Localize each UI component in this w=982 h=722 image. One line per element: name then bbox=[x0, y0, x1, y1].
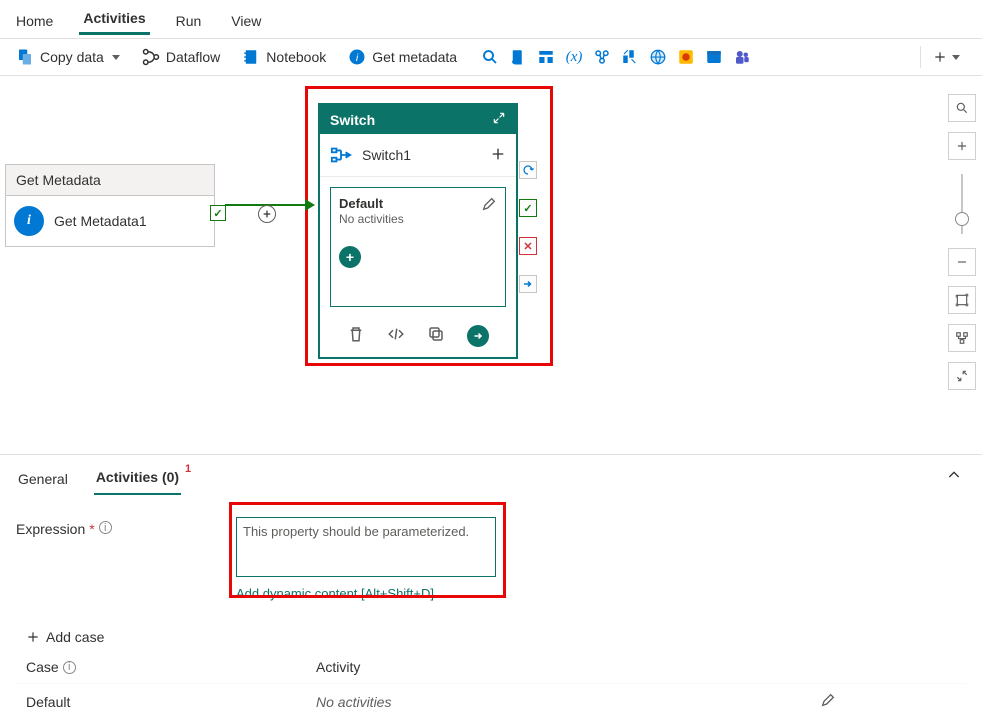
tab-activities[interactable]: Activities bbox=[79, 4, 149, 35]
skip-port-out[interactable] bbox=[519, 275, 537, 293]
switch-default-case[interactable]: Default No activities + bbox=[330, 187, 506, 307]
office365-icon[interactable] bbox=[705, 48, 723, 66]
info-icon: i bbox=[14, 206, 44, 236]
clone-icon[interactable] bbox=[427, 325, 445, 347]
get-metadata-label: Get metadata bbox=[372, 49, 457, 65]
teams-icon[interactable] bbox=[733, 48, 751, 66]
dataflow-icon bbox=[142, 48, 160, 66]
delete-icon[interactable] bbox=[347, 325, 365, 347]
expand-icon[interactable] bbox=[492, 111, 506, 128]
expression-input[interactable] bbox=[236, 517, 496, 577]
lookup-icon[interactable] bbox=[481, 48, 499, 66]
chevron-down-icon bbox=[112, 55, 120, 60]
arrow-icon bbox=[305, 199, 315, 211]
chevron-down-icon bbox=[952, 55, 960, 60]
switch-name: Switch1 bbox=[362, 147, 411, 163]
zoom-slider[interactable] bbox=[961, 174, 963, 234]
zoom-out-button[interactable] bbox=[948, 248, 976, 276]
case-table-header: Casei Activity bbox=[16, 651, 966, 683]
top-tabs: Home Activities Run View bbox=[0, 0, 982, 36]
case-activity: No activities bbox=[316, 694, 391, 710]
canvas[interactable]: Get Metadata i Get Metadata1 ✓ Switch Sw… bbox=[0, 76, 982, 454]
add-case-label: Add case bbox=[46, 629, 104, 645]
switch-icon bbox=[330, 144, 352, 166]
dataflow-label: Dataflow bbox=[166, 49, 220, 65]
azure-batch-icon[interactable] bbox=[677, 48, 695, 66]
code-icon[interactable] bbox=[387, 325, 405, 347]
edit-icon[interactable] bbox=[820, 692, 836, 711]
zoom-thumb[interactable] bbox=[955, 212, 969, 226]
case-title: Default bbox=[339, 196, 404, 212]
add-icon[interactable] bbox=[490, 146, 506, 165]
success-port[interactable]: ✓ bbox=[210, 205, 226, 221]
script-icon[interactable] bbox=[509, 48, 527, 66]
undo-port[interactable] bbox=[519, 161, 537, 179]
add-sub-button[interactable]: + bbox=[339, 246, 361, 268]
case-name: Default bbox=[26, 694, 316, 710]
functions-icon[interactable] bbox=[621, 48, 639, 66]
add-dynamic-content-link[interactable]: Add dynamic content [Alt+Shift+D] bbox=[236, 586, 496, 601]
notebook-button[interactable]: Notebook bbox=[236, 44, 332, 70]
ribbon: Copy data Dataflow Notebook i Get metada… bbox=[0, 38, 982, 76]
copy-data-icon bbox=[16, 48, 34, 66]
web-icon[interactable] bbox=[649, 48, 667, 66]
add-activity-button[interactable] bbox=[920, 46, 972, 68]
panel-tab-activities-label: Activities (0) bbox=[96, 469, 179, 485]
switch-title: Switch bbox=[330, 112, 375, 128]
case-subtitle: No activities bbox=[339, 212, 404, 226]
tab-view[interactable]: View bbox=[227, 7, 265, 35]
node-header: Get Metadata bbox=[6, 165, 214, 196]
copy-data-button[interactable]: Copy data bbox=[10, 44, 126, 70]
info-icon: i bbox=[99, 521, 112, 534]
dataflow-button[interactable]: Dataflow bbox=[136, 44, 226, 70]
fit-to-screen-button[interactable] bbox=[948, 286, 976, 314]
run-icon[interactable] bbox=[467, 325, 489, 347]
collapse-panel-button[interactable] bbox=[946, 467, 962, 486]
fail-port-out[interactable]: ✕ bbox=[519, 237, 537, 255]
case-row-default[interactable]: Default No activities bbox=[16, 683, 966, 719]
panel-tab-activities[interactable]: Activities (0) 1 bbox=[94, 461, 181, 495]
add-port[interactable] bbox=[258, 205, 276, 223]
switch-node[interactable]: Switch Switch1 Default No activities bbox=[318, 103, 518, 359]
info-icon: i bbox=[63, 661, 76, 674]
kql-icon[interactable] bbox=[593, 48, 611, 66]
zoom-in-button[interactable] bbox=[948, 132, 976, 160]
success-port-out[interactable]: ✓ bbox=[519, 199, 537, 217]
node-name: Get Metadata1 bbox=[54, 213, 147, 229]
required-icon: * bbox=[89, 521, 94, 537]
notebook-label: Notebook bbox=[266, 49, 326, 65]
copy-data-label: Copy data bbox=[40, 49, 104, 65]
get-metadata-icon: i bbox=[348, 48, 366, 66]
switch-ports: ✓ ✕ bbox=[519, 161, 537, 293]
autolayout-button[interactable] bbox=[948, 324, 976, 352]
expression-label: Expression bbox=[16, 521, 85, 537]
get-metadata-button[interactable]: i Get metadata bbox=[342, 44, 463, 70]
edit-icon[interactable] bbox=[481, 196, 497, 212]
collapse-fullscreen-button[interactable] bbox=[948, 362, 976, 390]
error-badge: 1 bbox=[185, 463, 191, 475]
properties-panel: General Activities (0) 1 Expression * i … bbox=[0, 454, 982, 722]
notebook-icon bbox=[242, 48, 260, 66]
zoom-controls bbox=[948, 94, 976, 390]
tab-run[interactable]: Run bbox=[172, 7, 206, 35]
col-case: Case bbox=[26, 659, 59, 675]
stored-proc-icon[interactable] bbox=[537, 48, 555, 66]
variable-icon[interactable]: (x) bbox=[565, 48, 583, 66]
col-activity: Activity bbox=[316, 659, 360, 675]
tab-home[interactable]: Home bbox=[12, 7, 57, 35]
add-case-button[interactable]: Add case bbox=[16, 629, 966, 645]
get-metadata-node[interactable]: Get Metadata i Get Metadata1 ✓ bbox=[5, 164, 215, 247]
panel-tab-general[interactable]: General bbox=[16, 463, 70, 495]
search-canvas-button[interactable] bbox=[948, 94, 976, 122]
